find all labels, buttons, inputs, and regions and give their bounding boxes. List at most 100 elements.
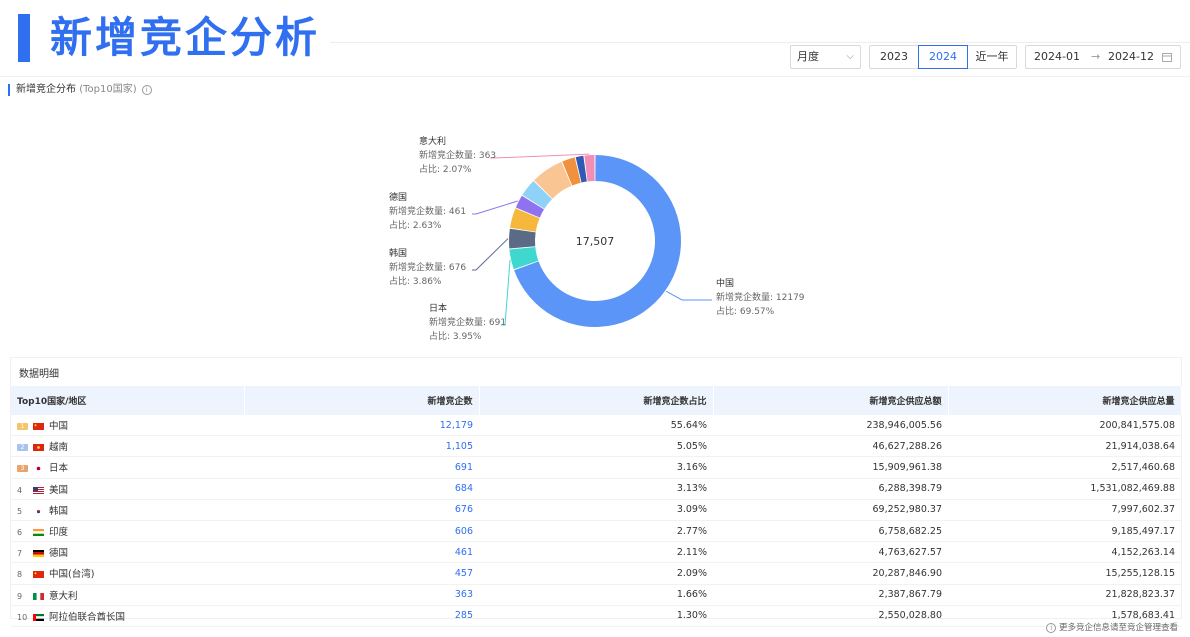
callout-pct: 占比: 2.07% — [419, 163, 472, 175]
cell-amount: 4,763,627.57 — [713, 541, 948, 564]
table-row: 2 越南 1,105 5.05% 46,627,288.26 21,914,038.64 — [11, 435, 1181, 458]
date-range-picker[interactable]: 2024-01 → 2024-12 — [1025, 45, 1181, 69]
cell-count-link[interactable]: 285 — [244, 605, 479, 627]
cell-amount: 6,758,682.25 — [713, 520, 948, 543]
country-name: 中国(台湾) — [49, 569, 95, 581]
callout-line — [472, 200, 518, 215]
flag-icon — [33, 529, 44, 537]
callout-country: 日本 — [429, 302, 447, 314]
footnote: i 更多竞企信息请至竞企管理查看 — [1044, 621, 1178, 633]
callout-country: 韩国 — [389, 247, 407, 259]
cell-share: 2.09% — [479, 562, 713, 585]
cell-count-link[interactable]: 363 — [244, 584, 479, 606]
section-subtitle: (Top10国家) — [79, 84, 137, 95]
cell-country: 10 阿拉伯联合酋长国 — [11, 605, 244, 627]
year-segmented-control: 2023 2024 近一年 — [869, 45, 1017, 69]
section-divider — [0, 76, 1190, 77]
callout-pct: 占比: 69.57% — [716, 305, 775, 317]
cell-amount: 6,288,398.79 — [713, 478, 948, 500]
cell-count-link[interactable]: 691 — [244, 456, 479, 479]
cell-volume: 2,517,460.68 — [948, 456, 1181, 479]
country-name: 韩国 — [49, 505, 69, 517]
cell-amount: 2,387,867.79 — [713, 584, 948, 606]
callout-count: 新增竞企数量: 461 — [389, 205, 466, 217]
table-header-row: Top10国家/地区 新增竞企数 新增竞企数占比 新增竞企供应总额 新增竞企供应… — [11, 386, 1182, 415]
country-name: 阿拉伯联合酋长国 — [49, 611, 126, 623]
cell-amount: 69,252,980.37 — [713, 499, 948, 521]
table-row: 1 中国 12,179 55.64% 238,946,005.56 200,841,575… — [11, 415, 1181, 437]
callout-count: 新增竞企数量: 12179 — [716, 291, 805, 303]
callout-pct: 占比: 3.95% — [429, 330, 482, 342]
cell-country: 7 德国 — [11, 541, 244, 564]
flag-icon — [33, 507, 44, 515]
rank-medal: 3 — [17, 464, 31, 473]
callout-count: 新增竞企数量: 363 — [419, 149, 496, 161]
cell-country: 9 意大利 — [11, 584, 244, 606]
cell-amount: 15,909,961.38 — [713, 456, 948, 479]
info-icon[interactable]: i — [141, 85, 152, 95]
header-count[interactable]: 新增竞企数 — [244, 386, 480, 415]
cell-count-link[interactable]: 684 — [244, 478, 479, 500]
cell-count-link[interactable]: 606 — [244, 520, 479, 543]
cell-amount: 46,627,288.26 — [713, 435, 948, 458]
country-name: 越南 — [49, 442, 69, 454]
flag-icon — [33, 571, 44, 579]
date-start: 2024-01 — [1034, 50, 1080, 63]
cell-volume: 21,914,038.64 — [948, 435, 1181, 458]
cell-count-link[interactable]: 676 — [244, 499, 479, 521]
cell-count-link[interactable]: 457 — [244, 562, 479, 585]
header-amount[interactable]: 新增竞企供应总额 — [713, 386, 949, 415]
country-name: 德国 — [49, 548, 69, 560]
header-country: Top10国家/地区 — [11, 386, 245, 415]
cell-amount: 2,550,028.80 — [713, 605, 948, 627]
cell-share: 1.30% — [479, 605, 713, 627]
cell-country: 4 美国 — [11, 478, 244, 500]
year-2024-button[interactable]: 2024 — [918, 45, 968, 69]
table-row: 5 韩国 676 3.09% 69,252,980.37 7,997,602.37 — [11, 499, 1181, 521]
callout-count: 新增竞企数量: 691 — [429, 316, 506, 328]
rank-number: 5 — [17, 506, 23, 516]
year-2023-button[interactable]: 2023 — [870, 46, 918, 68]
recent-year-button[interactable]: 近一年 — [968, 46, 1016, 68]
granularity-select[interactable]: 月度 ⌵ — [790, 45, 861, 69]
cell-volume: 15,255,128.15 — [948, 562, 1181, 585]
cell-country: 1 中国 — [11, 415, 244, 437]
table-row: 9 意大利 363 1.66% 2,387,867.79 21,828,823.37 — [11, 584, 1181, 606]
cell-share: 3.16% — [479, 456, 713, 479]
cell-country: 5 韩国 — [11, 499, 244, 521]
rank-number: 4 — [17, 485, 23, 495]
country-name: 美国 — [49, 484, 69, 496]
flag-icon — [33, 444, 44, 452]
page-title: 新增竞企分析 — [50, 13, 321, 62]
cell-count-link[interactable]: 1,105 — [244, 435, 479, 458]
cell-volume: 200,841,575.08 — [948, 415, 1181, 437]
cell-volume: 21,828,823.37 — [948, 584, 1181, 606]
table-row: 8 中国(台湾) 457 2.09% 20,287,846.90 15,255,128.1… — [11, 562, 1181, 585]
cell-count-link[interactable]: 12,179 — [244, 415, 479, 437]
date-end: 2024-12 — [1108, 50, 1154, 63]
cell-amount: 20,287,846.90 — [713, 562, 948, 585]
flag-icon — [33, 592, 44, 600]
rank-number: 6 — [17, 528, 23, 538]
cell-country: 8 中国(台湾) — [11, 562, 244, 585]
callout-country: 意大利 — [419, 135, 446, 147]
flag-icon — [33, 550, 44, 558]
cell-count-link[interactable]: 461 — [244, 541, 479, 564]
callout-count: 新增竞企数量: 676 — [389, 261, 466, 273]
header-volume[interactable]: 新增竞企供应总量 — [948, 386, 1182, 415]
rank-medal: 2 — [17, 443, 31, 452]
section-title-text: 新增竞企分布 — [16, 84, 76, 95]
data-detail-panel: 数据明细 Top10国家/地区 新增竞企数 新增竞企数占比 新增竞企供应总额 新… — [10, 357, 1182, 627]
table-title: 数据明细 — [19, 369, 59, 380]
table-row: 7 德国 461 2.11% 4,763,627.57 4,152,263.14 — [11, 541, 1181, 564]
title-accent-bar — [18, 14, 30, 62]
callout-line — [472, 238, 509, 271]
donut-slice[interactable] — [509, 228, 536, 249]
info-icon: i — [1046, 623, 1057, 633]
cell-volume: 4,152,263.14 — [948, 541, 1181, 564]
rank-number: 8 — [17, 570, 23, 580]
callout-country: 中国 — [716, 277, 734, 289]
flag-icon — [33, 423, 44, 431]
header-share[interactable]: 新增竞企数占比 — [479, 386, 714, 415]
callout-line — [665, 290, 712, 301]
